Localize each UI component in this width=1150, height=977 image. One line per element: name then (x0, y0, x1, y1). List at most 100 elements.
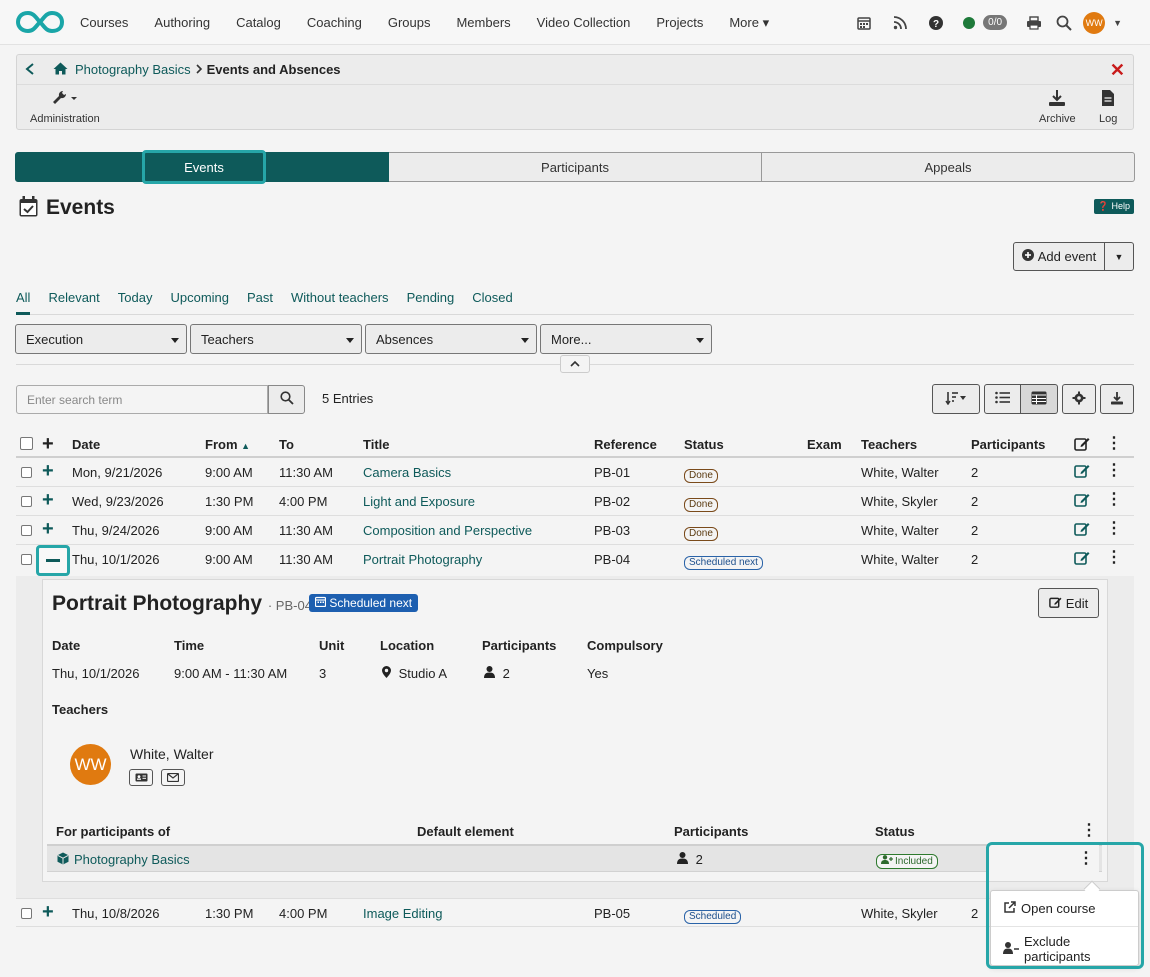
archive-button[interactable]: Archive (1039, 89, 1076, 125)
table-row[interactable]: + Thu, 10/8/2026 1:30 PM 4:00 PM Image E… (16, 898, 1134, 927)
nav-more[interactable]: More ▾ (729, 15, 769, 31)
edit-icon[interactable] (1074, 436, 1090, 454)
row-checkbox[interactable] (21, 525, 32, 536)
table-row[interactable]: + Wed, 9/23/2026 1:30 PM 4:00 PM Light a… (16, 487, 1134, 516)
col-title[interactable]: Title (363, 437, 390, 452)
tab-closed[interactable]: Closed (472, 288, 512, 314)
table-header: + Date From ▲ To Title Reference Status … (16, 431, 1134, 458)
chevron-down-icon[interactable]: ▼ (1113, 18, 1122, 28)
row-checkbox[interactable] (21, 908, 32, 919)
send-email-button[interactable] (161, 769, 185, 786)
list-view-button[interactable] (984, 384, 1021, 414)
tab-events[interactable]: Events (15, 150, 389, 184)
edit-event-button[interactable]: Edit (1038, 588, 1099, 618)
nav-groups[interactable]: Groups (388, 15, 431, 30)
edit-icon[interactable] (1074, 492, 1090, 510)
add-event-dropdown[interactable]: ▼ (1105, 242, 1134, 271)
col-from[interactable]: From ▲ (205, 437, 250, 452)
select-all-checkbox[interactable] (20, 437, 33, 450)
col-to[interactable]: To (279, 437, 294, 452)
collapse-filters-button[interactable] (560, 355, 590, 373)
tab-without-teachers[interactable]: Without teachers (291, 288, 389, 314)
cell-title-link[interactable]: Light and Exposure (363, 494, 475, 509)
back-arrow-icon[interactable] (25, 62, 43, 78)
expand-all-icon[interactable]: + (42, 434, 54, 454)
filter-more[interactable]: More... (540, 324, 712, 354)
col-date[interactable]: Date (72, 437, 100, 452)
help-icon[interactable]: ? (927, 14, 945, 32)
cell-title-link[interactable]: Image Editing (363, 906, 443, 921)
user-avatar[interactable]: WW (1083, 11, 1106, 34)
expand-row-icon[interactable]: + (42, 461, 54, 481)
tab-relevant[interactable]: Relevant (48, 288, 99, 314)
table-row[interactable]: + Thu, 9/24/2026 9:00 AM 11:30 AM Compos… (16, 516, 1134, 545)
filter-execution[interactable]: Execution (15, 324, 187, 354)
expand-row-icon[interactable]: + (42, 519, 54, 539)
row-checkbox[interactable] (21, 467, 32, 478)
add-event-button[interactable]: Add event (1013, 242, 1105, 271)
sort-button[interactable] (932, 384, 980, 414)
calendar-icon[interactable] (855, 14, 873, 32)
table-row-expanded[interactable]: Thu, 10/1/2026 9:00 AM 11:30 AM Portrait… (16, 545, 1134, 574)
nav-video-collection[interactable]: Video Collection (537, 15, 631, 30)
tab-all[interactable]: All (16, 288, 31, 315)
kebab-icon[interactable]: ⋮ (1106, 436, 1122, 452)
col-teachers[interactable]: Teachers (861, 437, 917, 452)
export-button[interactable] (1100, 384, 1134, 414)
course-link[interactable]: Photography Basics (74, 852, 190, 867)
help-button[interactable]: ❓ Help (1093, 199, 1134, 214)
expand-row-icon[interactable]: + (42, 902, 54, 922)
nav-coaching[interactable]: Coaching (307, 15, 362, 30)
kebab-icon[interactable]: ⋮ (1081, 823, 1097, 839)
edit-icon[interactable] (1074, 550, 1090, 568)
row-checkbox[interactable] (21, 554, 32, 565)
search-button[interactable] (268, 385, 305, 414)
filter-teachers[interactable]: Teachers (190, 324, 362, 354)
row-checkbox[interactable] (21, 496, 32, 507)
nav-catalog[interactable]: Catalog (236, 15, 281, 30)
search-icon[interactable] (1055, 14, 1073, 32)
kebab-icon[interactable]: ⋮ (1106, 550, 1122, 566)
cell-title-link[interactable]: Composition and Perspective (363, 523, 532, 538)
nav-projects[interactable]: Projects (656, 15, 703, 30)
col-status[interactable]: Status (684, 437, 724, 452)
tab-today[interactable]: Today (118, 288, 153, 314)
administration-button[interactable]: Administration (30, 89, 100, 125)
kebab-icon[interactable]: ⋮ (1106, 492, 1122, 508)
nav-authoring[interactable]: Authoring (154, 15, 210, 30)
tab-pending[interactable]: Pending (407, 288, 455, 314)
edit-icon[interactable] (1074, 463, 1090, 481)
tab-appeals[interactable]: Appeals (762, 152, 1135, 182)
chat-counter-badge[interactable]: 0/0 (983, 15, 1008, 30)
collapse-row-button[interactable] (36, 545, 70, 576)
settings-button[interactable] (1062, 384, 1096, 414)
contact-card-button[interactable] (129, 769, 153, 786)
tab-upcoming[interactable]: Upcoming (170, 288, 229, 314)
nav-courses[interactable]: Courses (80, 15, 128, 30)
breadcrumb-course-link[interactable]: Photography Basics (75, 62, 191, 77)
table-row[interactable]: + Mon, 9/21/2026 9:00 AM 11:30 AM Camera… (16, 458, 1134, 487)
rss-icon[interactable] (891, 14, 909, 32)
print-icon[interactable] (1025, 14, 1043, 32)
logo-icon[interactable] (16, 9, 64, 35)
search-input[interactable]: Enter search term (16, 385, 268, 414)
kebab-icon[interactable]: ⋮ (1106, 463, 1122, 479)
col-reference[interactable]: Reference (594, 437, 657, 452)
edit-icon[interactable] (1074, 521, 1090, 539)
kebab-icon[interactable]: ⋮ (1106, 521, 1122, 537)
home-icon[interactable] (53, 62, 69, 78)
filter-absences[interactable]: Absences (365, 324, 537, 354)
cell-title-link[interactable]: Camera Basics (363, 465, 451, 480)
cell-title-link[interactable]: Portrait Photography (363, 552, 482, 567)
close-icon[interactable]: ✕ (1110, 60, 1125, 81)
table-view-button[interactable] (1021, 384, 1058, 414)
col-participants[interactable]: Participants (971, 437, 1045, 452)
nav-members[interactable]: Members (456, 15, 510, 30)
log-button[interactable]: Log (1099, 89, 1117, 125)
tab-participants[interactable]: Participants (389, 152, 762, 182)
tab-past[interactable]: Past (247, 288, 273, 314)
expand-row-icon[interactable]: + (42, 490, 54, 510)
online-status-icon[interactable] (963, 16, 976, 29)
value-time: 9:00 AM - 11:30 AM (174, 666, 288, 681)
col-exam[interactable]: Exam (807, 437, 842, 452)
